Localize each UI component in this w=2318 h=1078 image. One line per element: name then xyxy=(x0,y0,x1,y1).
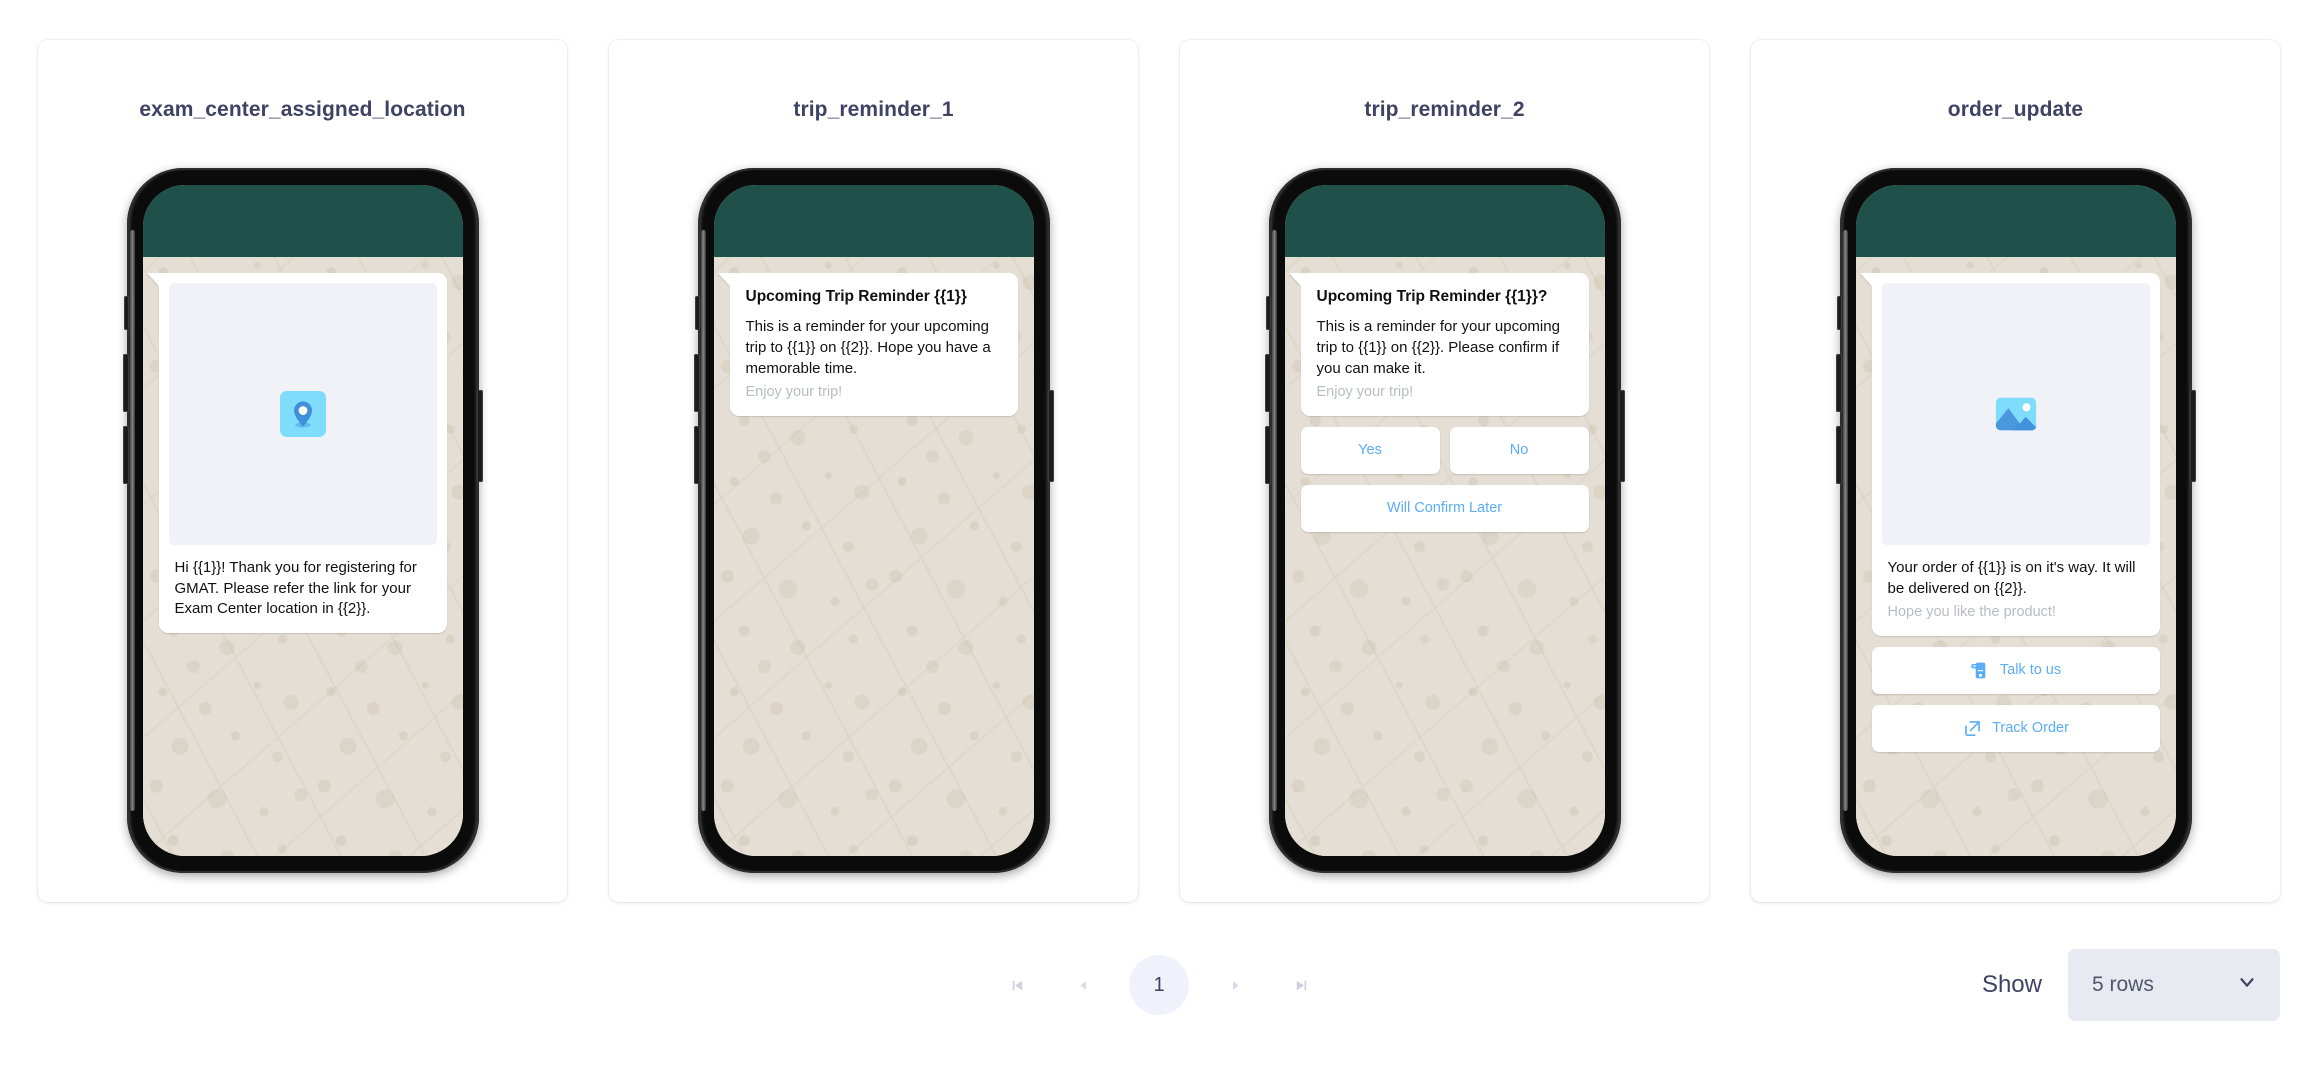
silent-switch xyxy=(1836,296,1842,330)
template-card-title: trip_reminder_1 xyxy=(793,98,954,121)
quick-reply-button[interactable]: No xyxy=(1449,426,1589,474)
message-body-text: Hi {{1}}! Thank you for registering for … xyxy=(174,559,417,618)
show-rows-label: Show xyxy=(1981,971,2042,998)
quick-reply-label: Will Confirm Later xyxy=(1386,500,1503,516)
message-bubble: Upcoming Trip Reminder {{1}}? This is a r… xyxy=(1300,273,1589,416)
next-page-icon xyxy=(1228,978,1243,993)
message-bubble-wrapper: Upcoming Trip Reminder {{1}} This is a re… xyxy=(729,273,1018,416)
template-cards-row: exam_center_assigned_location Hi {{1}}! T… xyxy=(0,0,2318,902)
template-card: order_update Your order of {{1}} is on it… xyxy=(1751,40,2280,902)
whatsapp-header-bar xyxy=(1855,185,2176,257)
image-placeholder-icon xyxy=(1993,391,2039,437)
power-button xyxy=(1047,390,1054,482)
power-button xyxy=(476,390,483,482)
phone-screen: Hi {{1}}! Thank you for registering for … xyxy=(142,185,463,856)
template-card-title: exam_center_assigned_location xyxy=(139,98,466,121)
volume-up-button xyxy=(1264,354,1271,412)
quick-reply-row: Talk to us xyxy=(1871,646,2160,694)
quick-reply-button[interactable]: Will Confirm Later xyxy=(1300,484,1589,532)
message-footer-text: Enjoy your trip! xyxy=(1316,384,1414,401)
show-rows-control: Show 5 rows xyxy=(1982,949,2280,1021)
quick-reply-label: No xyxy=(1509,442,1529,458)
whatsapp-header-bar xyxy=(142,185,463,257)
silent-switch xyxy=(694,296,700,330)
message-bubble: Hi {{1}}! Thank you for registering for … xyxy=(158,273,447,634)
phone-mockup: Hi {{1}}! Thank you for registering for … xyxy=(122,168,483,873)
quick-reply-label: Talk to us xyxy=(1999,662,2062,679)
quick-reply-button[interactable]: Yes xyxy=(1300,426,1440,474)
template-card: trip_reminder_1 Upcoming Trip Reminder {{… xyxy=(609,40,1138,902)
media-placeholder xyxy=(1881,283,2150,545)
rows-per-page-value: 5 rows xyxy=(2092,973,2154,996)
quick-reply-label: Yes xyxy=(1358,442,1382,458)
volume-up-button xyxy=(1835,354,1842,412)
first-page-icon xyxy=(1008,976,1027,995)
silent-switch xyxy=(1265,296,1271,330)
last-page-button[interactable] xyxy=(1281,965,1321,1005)
previous-page-button[interactable] xyxy=(1063,965,1103,1005)
phone-screen: Upcoming Trip Reminder {{1}}? This is a r… xyxy=(1284,185,1605,856)
phone-screen: Your order of {{1}} is on it's way. It w… xyxy=(1855,185,2176,856)
phone-mockup: Your order of {{1}} is on it's way. It w… xyxy=(1835,168,2196,873)
phone-screen: Upcoming Trip Reminder {{1}} This is a re… xyxy=(713,185,1034,856)
chat-area: Hi {{1}}! Thank you for registering for … xyxy=(142,257,463,856)
first-page-button[interactable] xyxy=(997,965,1037,1005)
chat-area: Upcoming Trip Reminder {{1}}? This is a r… xyxy=(1284,257,1605,856)
message-body-text: Your order of {{1}} is on it's way. It w… xyxy=(1887,559,2136,597)
power-button xyxy=(1618,390,1625,482)
quick-reply-button[interactable]: Talk to us xyxy=(1871,646,2160,694)
pagination: 1 xyxy=(997,955,1321,1015)
previous-page-icon xyxy=(1076,978,1091,993)
chat-area: Your order of {{1}} is on it's way. It w… xyxy=(1855,257,2176,856)
table-footer: 1 Show 5 rows xyxy=(0,892,2318,1078)
volume-up-button xyxy=(693,354,700,412)
chat-area: Upcoming Trip Reminder {{1}} This is a re… xyxy=(713,257,1034,856)
whatsapp-header-bar xyxy=(713,185,1034,257)
quick-reply-row: Will Confirm Later xyxy=(1300,484,1589,532)
current-page-number: 1 xyxy=(1153,973,1165,996)
whatsapp-header-bar xyxy=(1284,185,1605,257)
quick-reply-label: Track Order xyxy=(1992,720,2069,737)
message-footer-text: Enjoy your trip! xyxy=(745,384,843,401)
volume-down-button xyxy=(122,426,129,484)
phone-mockup: Upcoming Trip Reminder {{1}}? This is a r… xyxy=(1264,168,1625,873)
template-card-title: order_update xyxy=(1947,98,2084,121)
volume-down-button xyxy=(693,426,700,484)
chevron-down-icon xyxy=(2236,971,2258,999)
last-page-icon xyxy=(1292,976,1311,995)
template-card: exam_center_assigned_location Hi {{1}}! T… xyxy=(38,40,567,902)
message-bubble-wrapper: Your order of {{1}} is on it's way. It w… xyxy=(1871,273,2160,752)
volume-up-button xyxy=(122,354,129,412)
message-bubble: Your order of {{1}} is on it's way. It w… xyxy=(1871,273,2160,636)
message-bubble: Upcoming Trip Reminder {{1}} This is a re… xyxy=(729,273,1018,416)
phone-mockup: Upcoming Trip Reminder {{1}} This is a re… xyxy=(693,168,1054,873)
volume-down-button xyxy=(1264,426,1271,484)
volume-down-button xyxy=(1835,426,1842,484)
location-pin-icon xyxy=(279,391,326,437)
external-link-icon xyxy=(1962,718,1983,739)
message-bubble-wrapper: Hi {{1}}! Thank you for registering for … xyxy=(158,273,447,634)
next-page-button[interactable] xyxy=(1215,965,1255,1005)
message-header-text: Upcoming Trip Reminder {{1}} xyxy=(745,288,967,305)
quick-reply-row: Track Order xyxy=(1871,704,2160,752)
message-header-text: Upcoming Trip Reminder {{1}}? xyxy=(1316,288,1548,305)
silent-switch xyxy=(123,296,129,330)
message-footer-text: Hope you like the product! xyxy=(1887,604,2056,621)
template-card-title: trip_reminder_2 xyxy=(1364,98,1525,121)
current-page-indicator[interactable]: 1 xyxy=(1129,955,1189,1015)
media-placeholder xyxy=(168,283,437,545)
power-button xyxy=(2189,390,2196,482)
message-body-text: This is a reminder for your upcoming tri… xyxy=(1316,318,1560,377)
message-bubble-wrapper: Upcoming Trip Reminder {{1}}? This is a r… xyxy=(1300,273,1589,532)
template-card: trip_reminder_2 Upcoming Trip Reminder {{… xyxy=(1180,40,1709,902)
message-body-text: This is a reminder for your upcoming tri… xyxy=(745,318,991,377)
mobile-phone-icon xyxy=(1970,660,1991,681)
rows-per-page-select[interactable]: 5 rows xyxy=(2068,949,2280,1021)
quick-reply-button[interactable]: Track Order xyxy=(1871,704,2160,752)
quick-reply-row: Yes No xyxy=(1300,426,1589,474)
